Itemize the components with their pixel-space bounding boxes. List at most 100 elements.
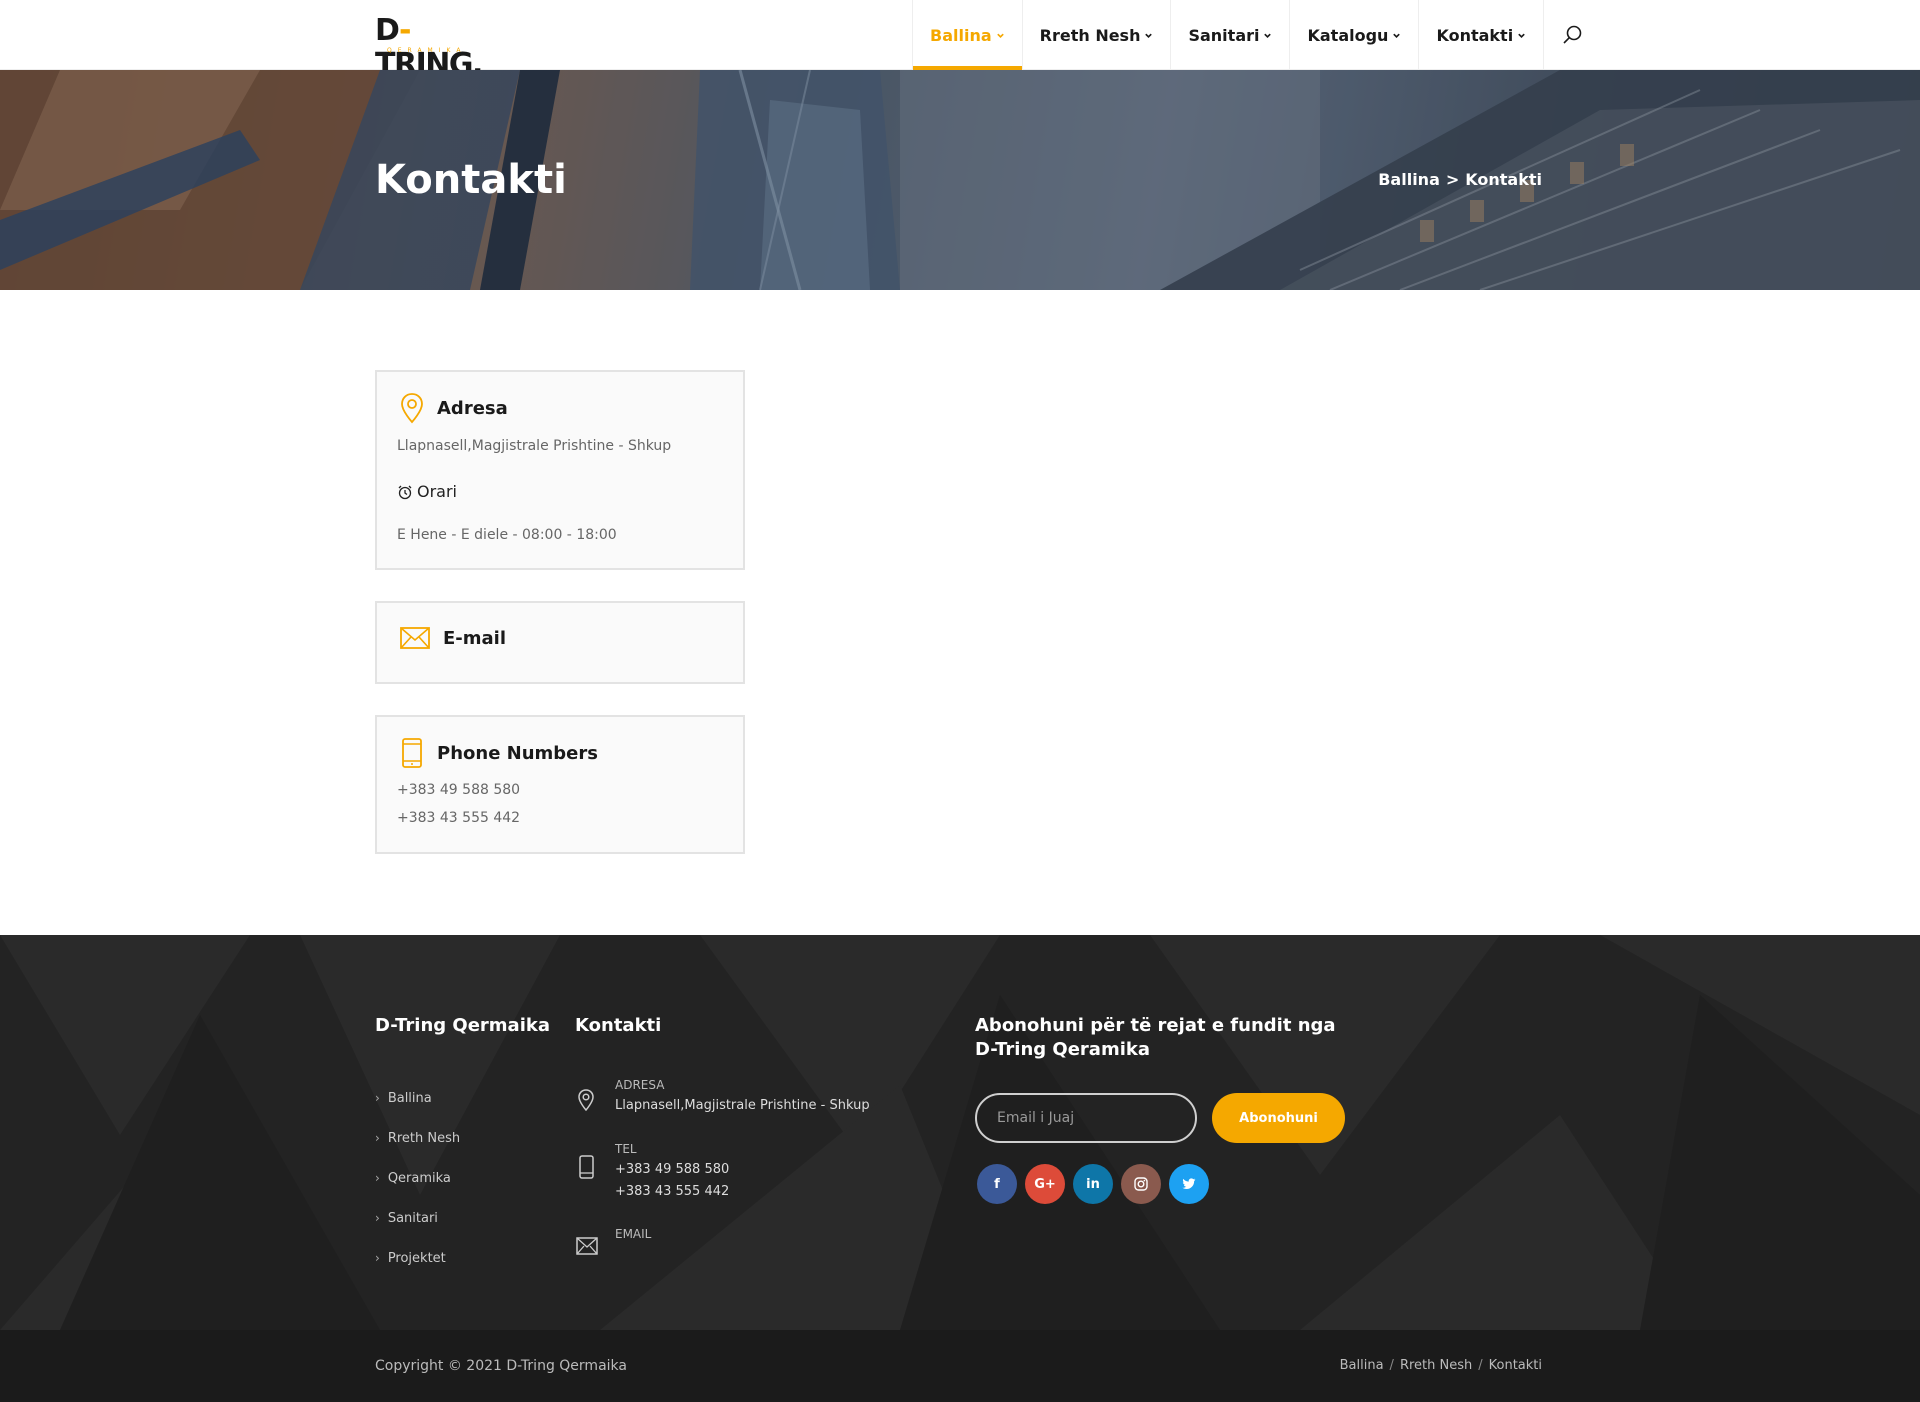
chevron-down-icon (1518, 33, 1525, 38)
footer-link-label: Projektet (387, 1250, 446, 1266)
copyright-bar: Copyright © 2021 D-Tring Qermaika Ballin… (0, 1330, 1920, 1402)
envelope-icon (400, 627, 430, 649)
hours-title: Orari (417, 482, 457, 501)
nav-label: Katalogu (1307, 25, 1389, 45)
chevron-down-icon (996, 33, 1004, 38)
chevron-right-icon: › (375, 1171, 380, 1185)
nav-label: Kontakti (1436, 25, 1514, 45)
chevron-right-icon: › (375, 1211, 380, 1225)
bottom-link-separator: / (1478, 1358, 1483, 1373)
logo-subtitle: QERAMIKA (387, 47, 467, 54)
google-plus-icon[interactable]: G+ (1025, 1164, 1065, 1204)
email-card: E-mail (375, 601, 745, 684)
address-card: Adresa Llapnasell,Magjistrale Prishtine … (375, 370, 745, 570)
page-hero: Kontakti Ballina > Kontakti (0, 70, 1920, 290)
footer-tel-value[interactable]: +383 49 588 580 (615, 1162, 729, 1177)
phone-card: Phone Numbers +383 49 588 580 +383 43 55… (375, 715, 745, 854)
chevron-down-icon (1145, 33, 1153, 38)
footer-company-heading: D-Tring Qermaika (375, 1015, 550, 1036)
breadcrumb-home-link[interactable]: Ballina (1378, 170, 1440, 189)
hero-background-image (0, 70, 1920, 290)
nav-item-rreth-nesh[interactable]: Rreth Nesh (1021, 0, 1171, 70)
mobile-phone-icon (579, 1155, 594, 1179)
chevron-right-icon: › (375, 1251, 380, 1265)
twitter-glyph (1182, 1178, 1196, 1190)
nav-label: Ballina (930, 25, 992, 45)
copyright-text: Copyright © 2021 D-Tring Qermaika (375, 1358, 627, 1374)
main-nav: Ballina Rreth Nesh Sanitari Katalogu Kon… (912, 0, 1599, 70)
footer-email-label: EMAIL (615, 1227, 652, 1241)
instagram-glyph (1134, 1177, 1148, 1191)
linkedin-icon[interactable]: in (1073, 1164, 1113, 1204)
search-button[interactable] (1543, 0, 1599, 70)
footer-link-projektet[interactable]: › Projektet (375, 1238, 460, 1278)
alarm-clock-icon (398, 485, 412, 499)
breadcrumb-current: Kontakti (1465, 170, 1542, 189)
facebook-icon[interactable]: f (977, 1164, 1017, 1204)
footer-address-value: Llapnasell,Magjistrale Prishtine - Shkup (615, 1098, 870, 1113)
mobile-phone-icon (402, 738, 422, 768)
card-title: Phone Numbers (437, 742, 598, 764)
facebook-glyph: f (994, 1176, 1000, 1192)
phone-card-header: Phone Numbers (399, 737, 598, 769)
subscribe-button[interactable]: Abonohuni (1212, 1093, 1345, 1143)
bottom-link-separator: / (1389, 1358, 1394, 1373)
site-header: D-TRING. QERAMIKA Ballina Rreth Nesh San… (0, 0, 1920, 82)
bottom-link-rreth-nesh[interactable]: Rreth Nesh (1400, 1358, 1472, 1373)
logo[interactable]: D-TRING. QERAMIKA (375, 13, 505, 82)
google-plus-glyph: G+ (1034, 1176, 1056, 1192)
footer-link-rreth-nesh[interactable]: › Rreth Nesh (375, 1118, 460, 1158)
chevron-right-icon: › (375, 1091, 380, 1105)
logo-dash: - (398, 13, 407, 48)
search-icon (1563, 25, 1581, 44)
envelope-icon (576, 1237, 598, 1255)
address-card-header: Adresa (399, 392, 508, 424)
footer-link-sanitari[interactable]: › Sanitari (375, 1198, 460, 1238)
bottom-links: Ballina / Rreth Nesh / Kontakti (1340, 1358, 1542, 1373)
instagram-icon[interactable] (1121, 1164, 1161, 1204)
site-footer: D-Tring Qermaika › Ballina › Rreth Nesh › Q… (0, 935, 1920, 1330)
bottom-link-kontakti[interactable]: Kontakti (1489, 1358, 1542, 1373)
chevron-down-icon (1393, 33, 1401, 38)
breadcrumb: Ballina > Kontakti (1378, 170, 1542, 189)
subscribe-heading: Abonohuni për të rejat e fundit nga D-Tr… (975, 1015, 1336, 1060)
twitter-icon[interactable] (1169, 1164, 1209, 1204)
phone-number[interactable]: +383 43 555 442 (397, 810, 520, 826)
card-title: E-mail (443, 627, 507, 649)
footer-links: › Ballina › Rreth Nesh › Qeramika › Sanitari… (375, 1078, 460, 1278)
email-card-header: E-mail (399, 625, 506, 651)
page-title: Kontakti (375, 157, 567, 203)
footer-link-label: Sanitari (387, 1210, 438, 1226)
footer-address-label: ADRESA (615, 1078, 665, 1092)
nav-item-kontakti[interactable]: Kontakti (1418, 0, 1543, 70)
footer-link-ballina[interactable]: › Ballina (375, 1078, 460, 1118)
logo-letter: D (375, 13, 400, 48)
nav-label: Sanitari (1188, 25, 1260, 45)
chevron-down-icon (1264, 33, 1272, 38)
address-text: Llapnasell,Magjistrale Prishtine - Shkup (397, 438, 672, 454)
footer-tel-label: TEL (615, 1142, 637, 1156)
subscribe-email-input[interactable] (975, 1093, 1197, 1143)
footer-link-label: Qeramika (387, 1170, 451, 1186)
nav-item-katalogu[interactable]: Katalogu (1289, 0, 1418, 70)
footer-link-label: Ballina (387, 1090, 432, 1106)
phone-number[interactable]: +383 49 588 580 (397, 782, 520, 798)
map-pin-icon (401, 393, 423, 424)
breadcrumb-separator: > (1445, 170, 1460, 189)
nav-item-sanitari[interactable]: Sanitari (1170, 0, 1289, 70)
nav-label: Rreth Nesh (1039, 25, 1141, 45)
social-links: f G+ in (977, 1164, 1209, 1204)
footer-background-pattern (0, 935, 1920, 1330)
hours-text: E Hene - E diele - 08:00 - 18:00 (397, 527, 617, 543)
bottom-link-ballina[interactable]: Ballina (1340, 1358, 1384, 1373)
chevron-right-icon: › (375, 1131, 380, 1145)
footer-link-qeramika[interactable]: › Qeramika (375, 1158, 460, 1198)
footer-link-label: Rreth Nesh (387, 1130, 461, 1146)
nav-item-ballina[interactable]: Ballina (912, 0, 1022, 70)
footer-contact-heading: Kontakti (575, 1015, 662, 1036)
card-title: Adresa (437, 397, 508, 419)
map-pin-icon (578, 1089, 594, 1112)
linkedin-glyph: in (1086, 1176, 1100, 1192)
footer-tel-value[interactable]: +383 43 555 442 (615, 1184, 729, 1199)
hours-heading: Orari (397, 482, 457, 501)
